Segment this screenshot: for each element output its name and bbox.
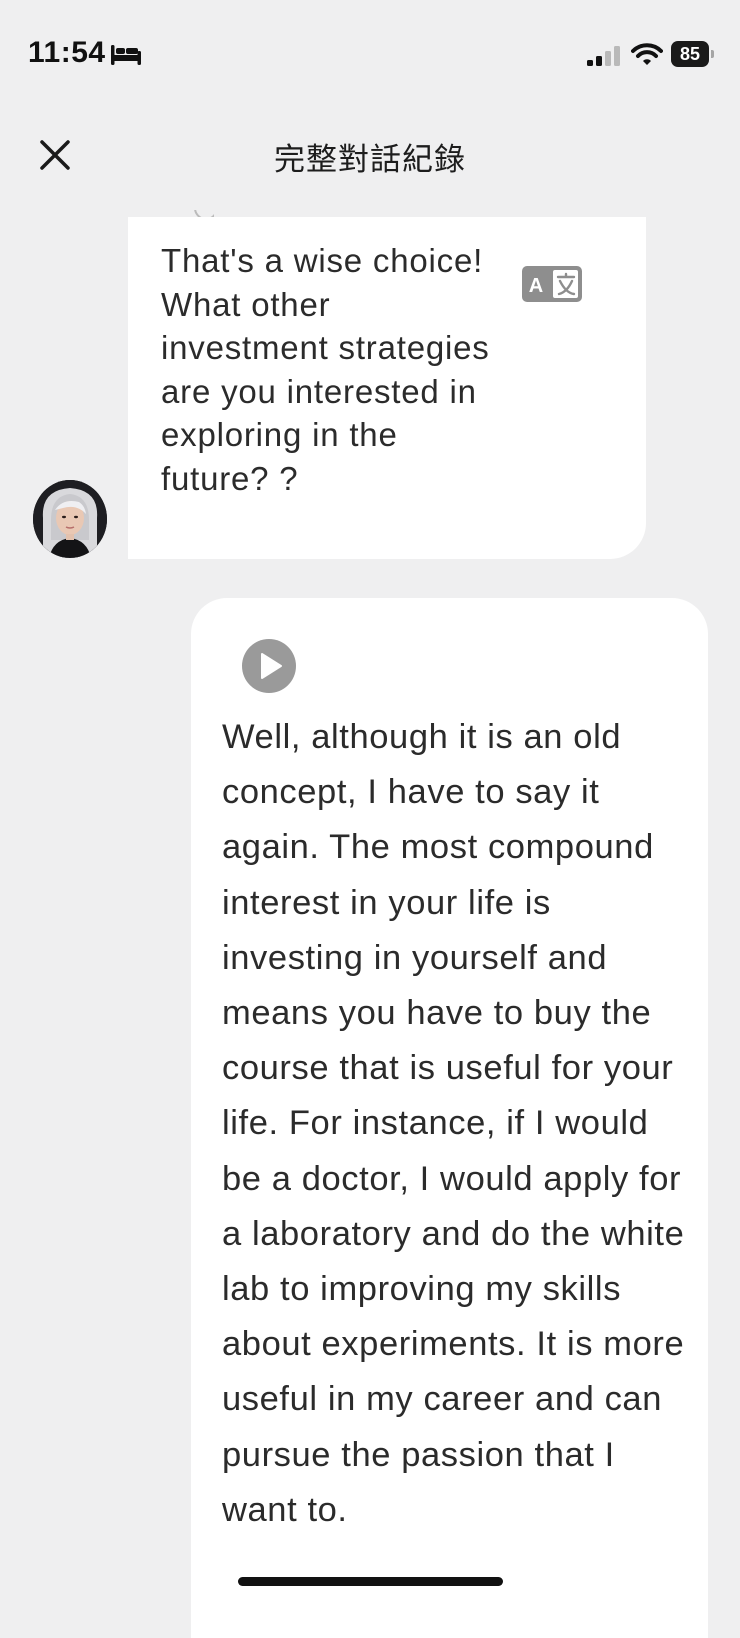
status-time: 11:54: [28, 36, 106, 69]
play-icon[interactable]: [241, 638, 297, 694]
battery-icon: 85: [671, 41, 714, 67]
outgoing-message-bubble: Well, although it is an old concept, I h…: [191, 598, 708, 1638]
avatar[interactable]: [33, 480, 107, 558]
battery-cap: [711, 50, 714, 58]
battery-level: 85: [671, 41, 709, 67]
home-indicator[interactable]: [238, 1577, 503, 1586]
avatar-portrait: [33, 480, 107, 558]
page-title: 完整對話紀錄: [274, 142, 466, 177]
translate-icon[interactable]: A: [522, 266, 582, 302]
cellular-signal-icon: [587, 46, 620, 66]
bed-icon: [111, 45, 141, 65]
status-bar: 11:54 85: [0, 0, 740, 110]
outgoing-message-text: Well, although it is an old concept, I h…: [222, 718, 685, 1529]
header: 完整對話紀錄: [0, 120, 740, 200]
incoming-message-bubble: That's a wise choice! What other investm…: [128, 217, 646, 559]
svg-text:A: A: [529, 275, 543, 297]
incoming-message-text: That's a wise choice! What other investm…: [161, 242, 490, 497]
wifi-icon: [631, 43, 663, 65]
